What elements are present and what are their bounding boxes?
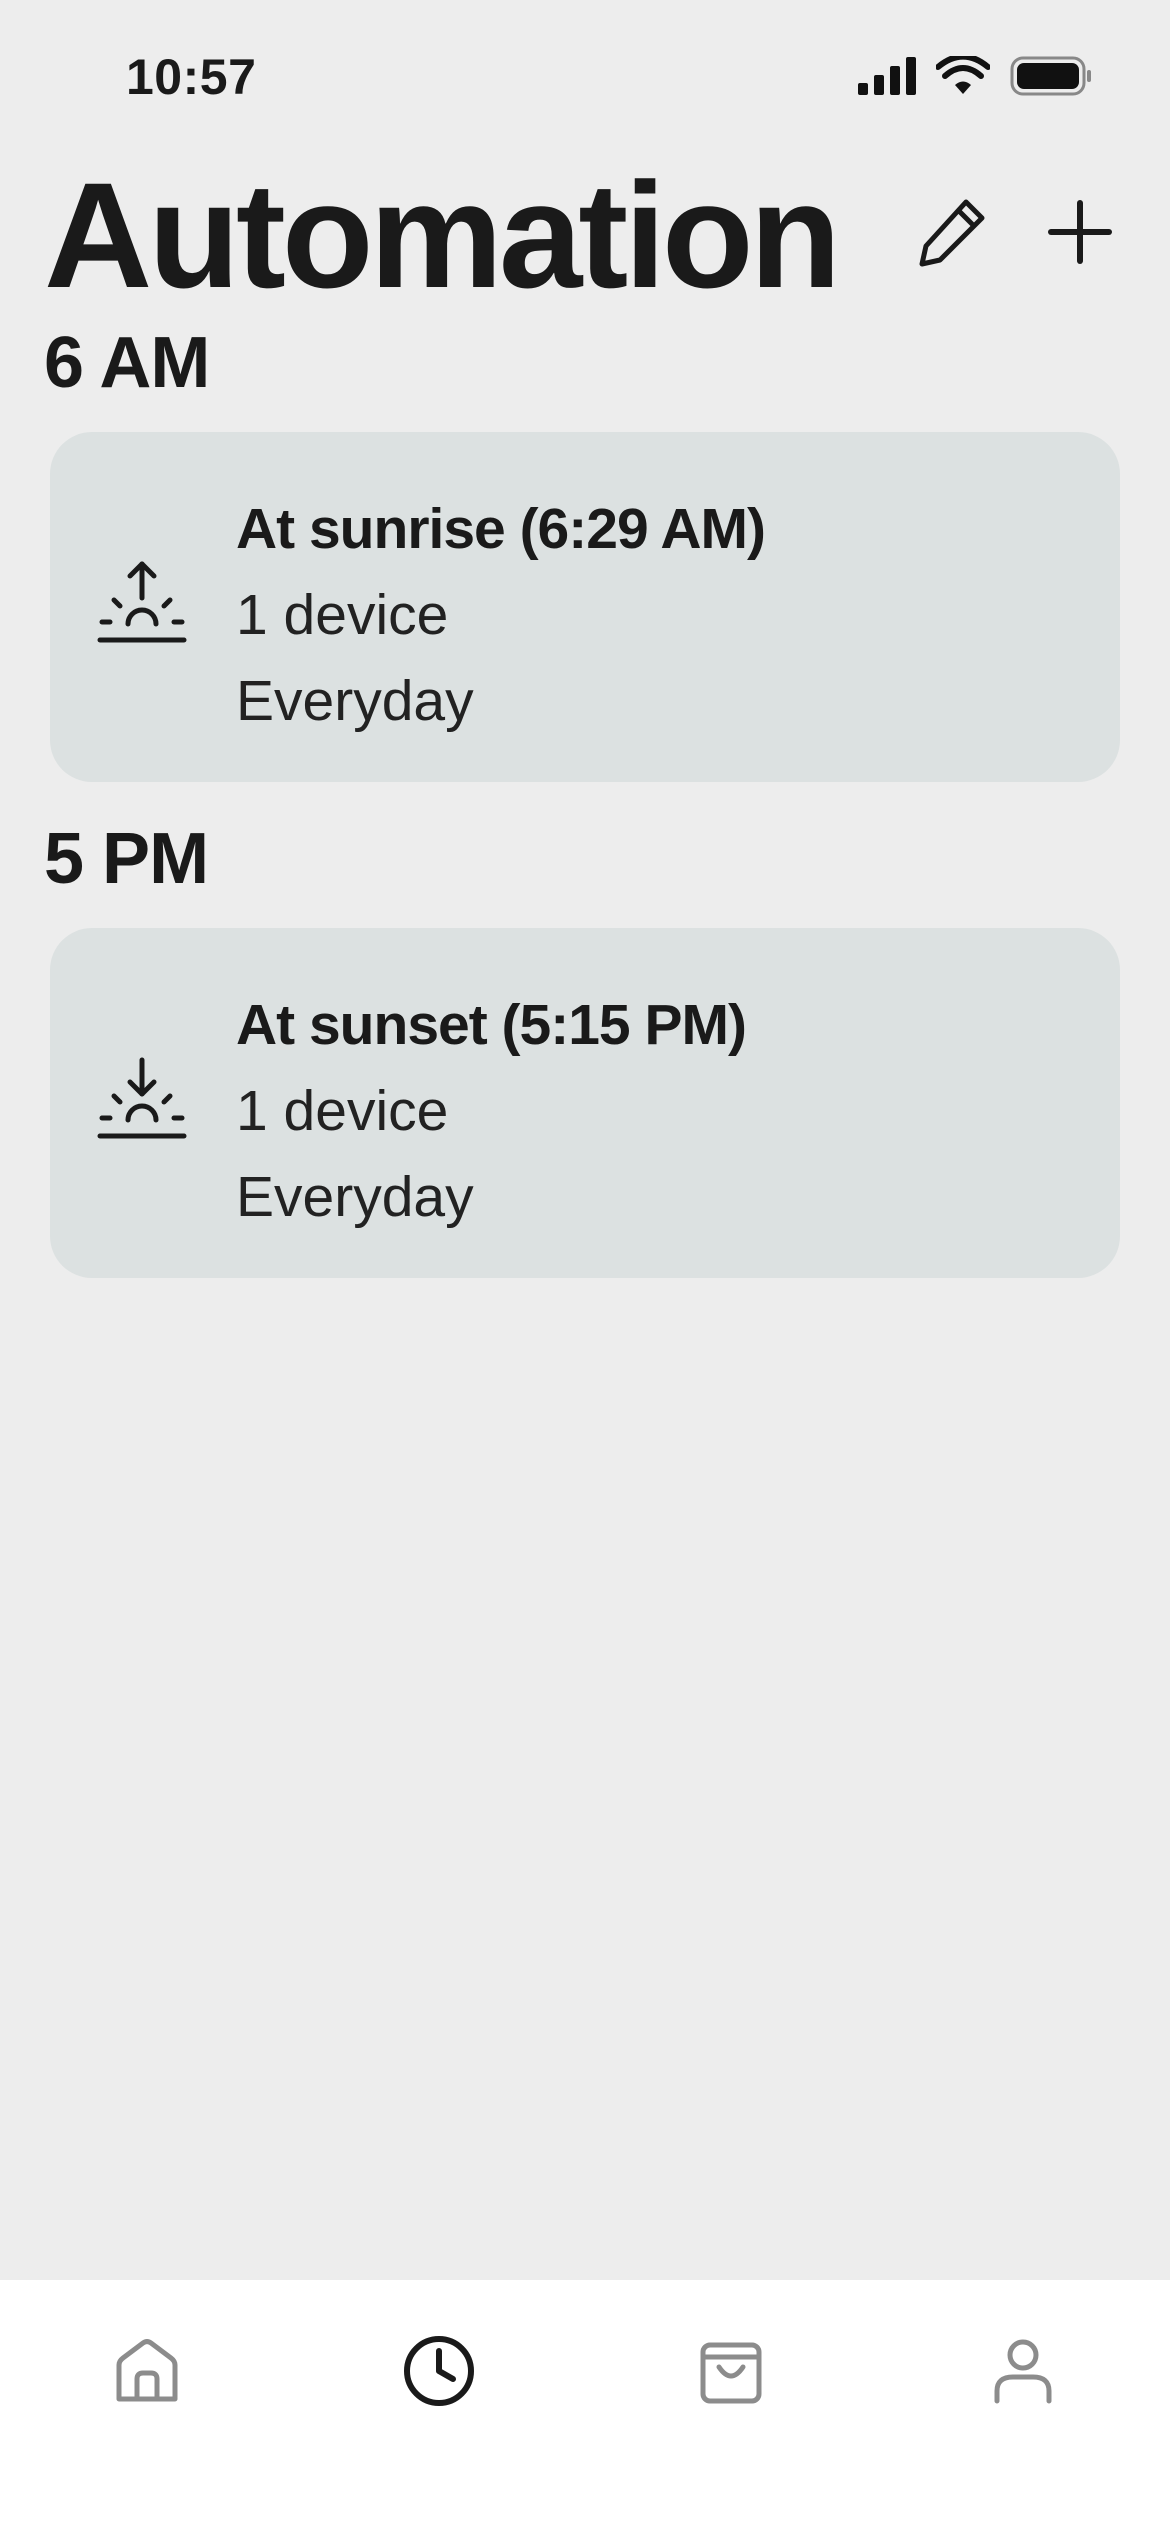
status-time: 10:57: [126, 49, 257, 105]
tab-profile[interactable]: [968, 2316, 1078, 2426]
section-heading-5pm: 5 PM: [44, 819, 209, 899]
bottom-tab-bar: [0, 2280, 1170, 2532]
add-automation-button[interactable]: [1030, 182, 1130, 282]
page-title: Automation: [44, 151, 841, 319]
clock-icon: [404, 2336, 474, 2406]
automation-card-sunset[interactable]: At sunset (5:15 PM) 1 device Everyday: [50, 928, 1120, 1278]
card-repeat: Everyday: [236, 1165, 474, 1229]
card-title: At sunset (5:15 PM): [236, 993, 747, 1057]
automation-card-sunrise[interactable]: At sunrise (6:29 AM) 1 device Everyday: [50, 432, 1120, 782]
shopping-bag-icon: [700, 2342, 762, 2404]
tab-shop[interactable]: [676, 2316, 786, 2426]
pencil-icon: [919, 199, 985, 267]
wifi-icon: [936, 56, 990, 94]
header: Automation: [0, 150, 1170, 320]
cellular-signal-icon: [858, 57, 916, 95]
card-repeat: Everyday: [236, 669, 474, 733]
card-devices: 1 device: [236, 1079, 449, 1143]
profile-icon: [994, 2339, 1052, 2404]
card-text: At sunrise (6:29 AM) 1 device Everyday: [236, 486, 766, 744]
edit-button[interactable]: [902, 182, 1002, 282]
section-heading-6am: 6 AM: [44, 323, 210, 403]
plus-icon: [1048, 200, 1112, 264]
card-title: At sunrise (6:29 AM): [236, 497, 766, 561]
card-text: At sunset (5:15 PM) 1 device Everyday: [236, 982, 747, 1240]
tab-home[interactable]: [92, 2316, 202, 2426]
card-devices: 1 device: [236, 583, 449, 647]
status-icons: [858, 56, 1092, 96]
sunrise-icon: [97, 561, 187, 643]
automation-screen: 10:57 Automation 6 AM At sunrise (6:29 A…: [0, 0, 1170, 2532]
home-icon: [116, 2339, 178, 2402]
tab-automation[interactable]: [384, 2316, 494, 2426]
status-bar: 10:57: [0, 0, 1170, 150]
battery-icon: [1010, 56, 1091, 96]
sunset-icon: [97, 1057, 187, 1139]
